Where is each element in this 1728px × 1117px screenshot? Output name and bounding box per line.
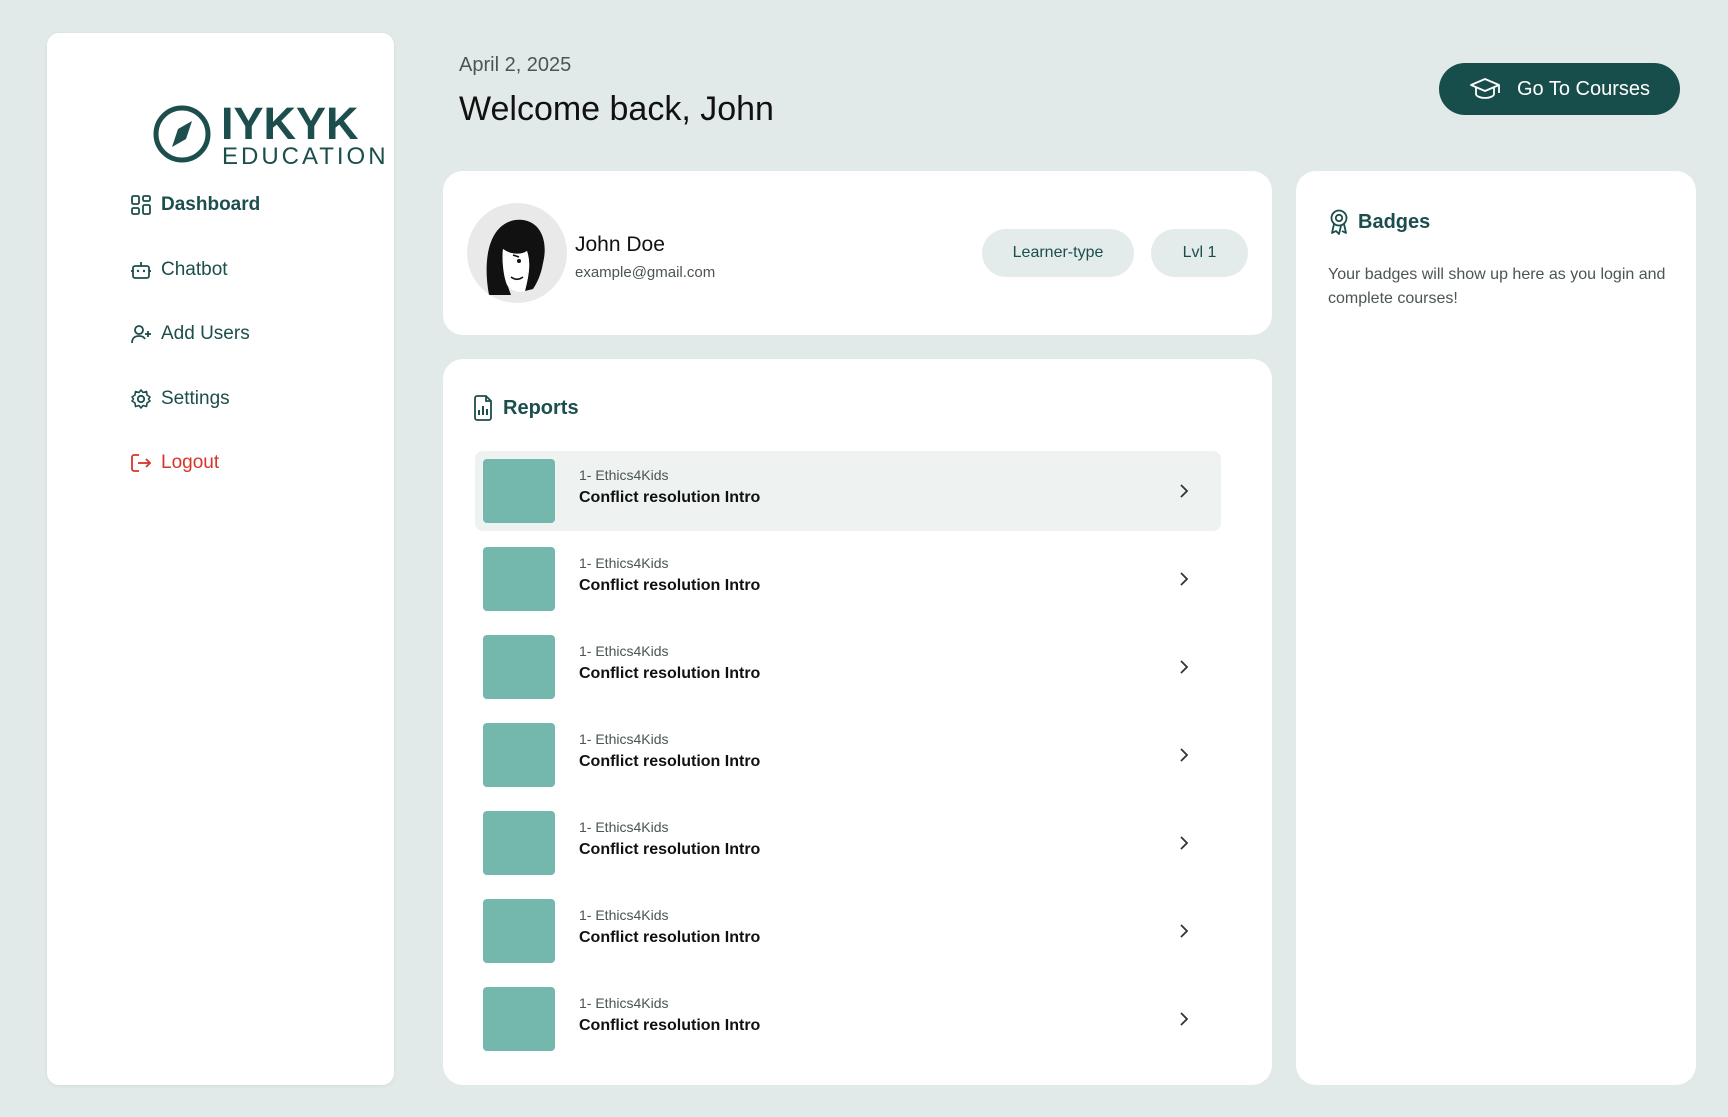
- report-course: 1- Ethics4Kids: [579, 555, 669, 571]
- logout-icon: [131, 454, 152, 473]
- badges-heading: Badges: [1328, 209, 1430, 235]
- badges-title: Badges: [1358, 210, 1431, 233]
- report-course: 1- Ethics4Kids: [579, 731, 669, 747]
- report-title: Conflict resolution Intro: [579, 489, 761, 506]
- report-list: 1- Ethics4Kids Conflict resolution Intro…: [475, 451, 1221, 1059]
- chevron-right-icon: [1180, 836, 1189, 850]
- logo-brand-text: IYKYK: [221, 101, 359, 149]
- badge-award-icon: [1330, 209, 1348, 235]
- sidebar-item-settings[interactable]: Settings: [83, 367, 373, 432]
- avatar-illustration: [486, 219, 545, 295]
- report-title: Conflict resolution Intro: [579, 753, 761, 770]
- sidebar-item-label: Add Users: [161, 323, 250, 345]
- sidebar-item-label: Dashboard: [161, 194, 261, 216]
- report-title: Conflict resolution Intro: [579, 841, 761, 858]
- report-thumbnail: [483, 547, 555, 611]
- report-row[interactable]: 1- Ethics4Kids Conflict resolution Intro: [475, 891, 1221, 971]
- profile-name: John Doe: [575, 233, 665, 256]
- go-to-courses-button[interactable]: Go To Courses: [1439, 63, 1680, 115]
- chevron-right-icon: [1180, 572, 1189, 586]
- report-thumbnail: [483, 635, 555, 699]
- learner-type-badge: Learner-type: [982, 229, 1134, 277]
- sidebar-item-label: Chatbot: [161, 258, 228, 280]
- current-date: April 2, 2025: [459, 54, 572, 76]
- dashboard-grid-icon: [131, 195, 151, 216]
- profile-email: example@gmail.com: [575, 264, 716, 281]
- report-row[interactable]: 1- Ethics4Kids Conflict resolution Intro: [475, 715, 1221, 795]
- profile-card: John Doe example@gmail.com Learner-type …: [443, 171, 1272, 335]
- report-course: 1- Ethics4Kids: [579, 819, 669, 835]
- report-thumbnail: [483, 899, 555, 963]
- sidebar-item-add-users[interactable]: Add Users: [83, 302, 373, 367]
- go-to-courses-label: Go To Courses: [1516, 77, 1651, 100]
- sidebar-item-dashboard[interactable]: Dashboard: [83, 173, 373, 238]
- page-title: Welcome back, John: [459, 90, 774, 128]
- logo-subtitle-text: EDUCATION: [222, 143, 388, 167]
- sidebar-item-label: Logout: [161, 452, 220, 474]
- report-row[interactable]: 1- Ethics4Kids Conflict resolution Intro: [475, 539, 1221, 619]
- reports-card: Reports 1- Ethics4Kids Conflict resoluti…: [443, 359, 1272, 1085]
- report-course: 1- Ethics4Kids: [579, 907, 669, 923]
- report-thumbnail: [483, 723, 555, 787]
- report-row[interactable]: 1- Ethics4Kids Conflict resolution Intro: [475, 803, 1221, 883]
- robot-icon: [131, 261, 151, 279]
- add-user-icon: [131, 325, 151, 344]
- reports-title: Reports: [503, 396, 579, 419]
- chevron-right-icon: [1180, 484, 1189, 498]
- report-course: 1- Ethics4Kids: [579, 995, 669, 1011]
- level-badge: Lvl 1: [1151, 229, 1248, 277]
- graduation-cap-icon: [1470, 78, 1500, 99]
- report-title: Conflict resolution Intro: [579, 1017, 761, 1034]
- badges-empty-text: Your badges will show up here as you log…: [1328, 266, 1666, 307]
- report-thumbnail: [483, 987, 555, 1051]
- sidebar-item-label: Settings: [161, 387, 230, 409]
- report-document-icon: [474, 395, 492, 421]
- report-thumbnail: [483, 811, 555, 875]
- iykyk-logo: IYKYK EDUCATION: [153, 101, 388, 167]
- chevron-right-icon: [1180, 748, 1189, 762]
- chevron-right-icon: [1180, 1012, 1189, 1026]
- report-row[interactable]: 1- Ethics4Kids Conflict resolution Intro: [475, 979, 1221, 1059]
- report-title: Conflict resolution Intro: [579, 929, 761, 946]
- gear-icon: [131, 388, 151, 409]
- report-row[interactable]: 1- Ethics4Kids Conflict resolution Intro: [475, 627, 1221, 707]
- chevron-right-icon: [1180, 660, 1189, 674]
- report-thumbnail: [483, 459, 555, 523]
- avatar: [467, 203, 567, 303]
- sidebar: IYKYK EDUCATION Dashboard Chatbot Add Us…: [47, 33, 394, 1085]
- report-title: Conflict resolution Intro: [579, 577, 761, 594]
- sidebar-item-chatbot[interactable]: Chatbot: [83, 238, 373, 303]
- badges-card: Badges Your badges will show up here as …: [1296, 171, 1696, 1085]
- sidebar-item-logout[interactable]: Logout: [83, 431, 373, 496]
- report-row[interactable]: 1- Ethics4Kids Conflict resolution Intro: [475, 451, 1221, 531]
- report-course: 1- Ethics4Kids: [579, 643, 669, 659]
- report-title: Conflict resolution Intro: [579, 665, 761, 682]
- report-course: 1- Ethics4Kids: [579, 467, 669, 483]
- sidebar-nav: Dashboard Chatbot Add Users Settings Log…: [83, 173, 373, 496]
- chevron-right-icon: [1180, 924, 1189, 938]
- reports-heading: Reports: [473, 395, 579, 421]
